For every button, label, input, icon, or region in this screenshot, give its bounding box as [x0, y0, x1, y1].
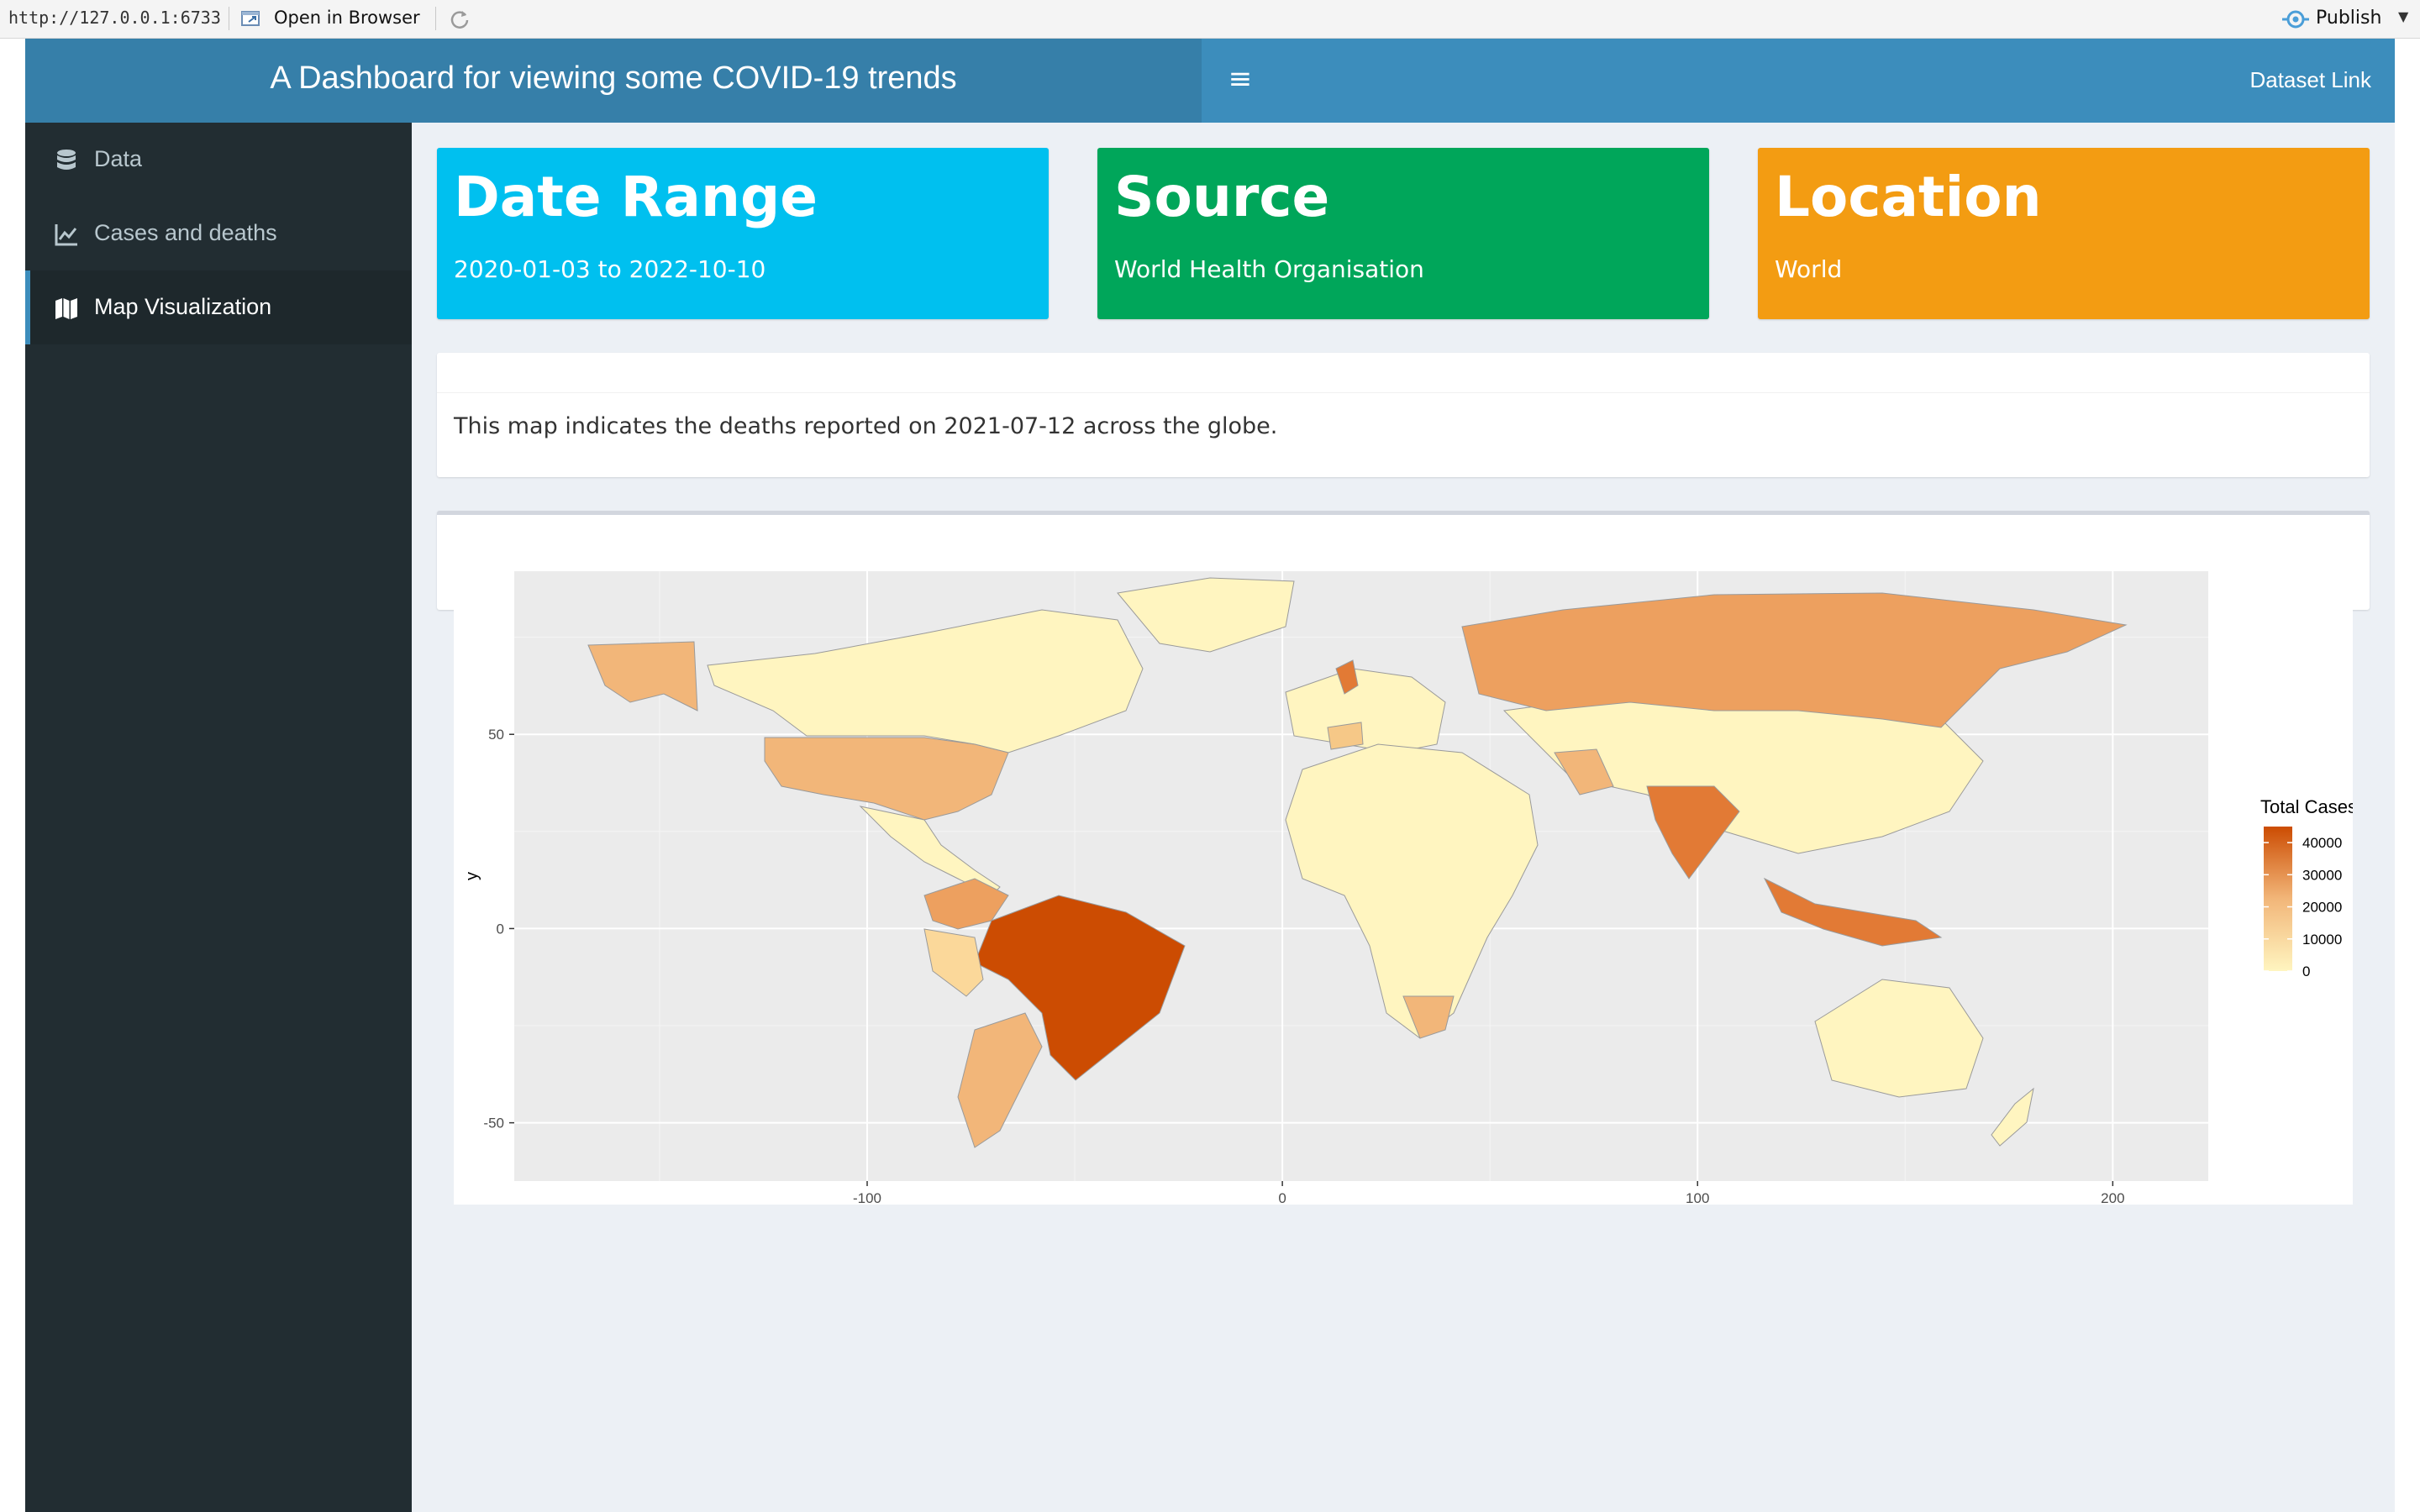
map-icon: [55, 298, 77, 319]
viewer-toolbar: http://127.0.0.1:6733 Open in Browser Pu…: [0, 0, 2420, 39]
sidebar-item-label: Data: [94, 146, 143, 171]
viewer-url[interactable]: http://127.0.0.1:6733: [8, 8, 221, 28]
map-svg: -1000100200-50050xy Total Cases 01000020…: [463, 571, 2357, 1231]
x-tick-label: 200: [2101, 1190, 2124, 1205]
sidebar: Data Cases and deaths Map Visualization: [25, 123, 412, 1512]
legend-tick-label: 40000: [2302, 835, 2342, 851]
top-navbar: ≡ Dataset Link: [1202, 39, 2395, 123]
y-tick-label: -50: [483, 1116, 504, 1131]
sidebar-item-label: Map Visualization: [94, 294, 272, 319]
legend: Total Cases 0 10000 20000 30000 40000: [2260, 796, 2357, 979]
chevron-down-icon[interactable]: ▼: [2398, 8, 2408, 24]
value-box-title: Date Range: [454, 165, 818, 229]
world-map-plot: -1000100200-50050xy Total Cases 01000020…: [454, 543, 2357, 1231]
page-title: A Dashboard for viewing some COVID-19 tr…: [270, 60, 957, 96]
value-box-title: Location: [1775, 165, 2042, 229]
line-chart-icon: [55, 224, 77, 246]
publish-button[interactable]: Publish: [2316, 8, 2381, 29]
sidebar-item-cases-and-deaths[interactable]: Cases and deaths: [25, 197, 412, 270]
value-box-source: Source World Health Organisation: [1097, 148, 1709, 319]
x-tick-label: -100: [853, 1190, 881, 1205]
y-tick-label: 50: [488, 727, 504, 743]
value-box-subtitle: 2020-01-03 to 2022-10-10: [454, 255, 766, 283]
open-in-browser-icon[interactable]: [240, 9, 262, 28]
value-box-subtitle: World Health Organisation: [1114, 255, 1424, 283]
value-box-subtitle: World: [1775, 255, 1843, 283]
value-box-title: Source: [1114, 165, 1330, 229]
x-tick-label: 0: [1278, 1190, 1286, 1205]
toolbar-divider: [435, 7, 436, 30]
legend-tick-label: 30000: [2302, 867, 2342, 883]
info-text: This map indicates the deaths reported o…: [454, 413, 1278, 439]
dataset-link[interactable]: Dataset Link: [2249, 67, 2371, 93]
x-tick-label: 100: [1686, 1190, 1709, 1205]
brand-header: A Dashboard for viewing some COVID-19 tr…: [25, 39, 1202, 123]
value-box-location: Location World: [1758, 148, 2370, 319]
value-box-date-range: Date Range 2020-01-03 to 2022-10-10: [437, 148, 1049, 319]
legend-title: Total Cases: [2260, 796, 2353, 817]
database-icon: [57, 150, 76, 170]
legend-tick-label: 20000: [2302, 900, 2342, 916]
legend-tick-label: 0: [2302, 963, 2310, 979]
y-axis-label: y: [463, 872, 481, 880]
info-box-header: [437, 353, 2370, 393]
legend-tick-label: 10000: [2302, 932, 2342, 948]
sidebar-item-map-visualization[interactable]: Map Visualization: [25, 270, 412, 344]
sidebar-item-data[interactable]: Data: [25, 123, 412, 197]
info-box: This map indicates the deaths reported o…: [437, 353, 2370, 477]
country-shape-spain: [1327, 722, 1364, 750]
y-tick-label: 0: [497, 921, 504, 937]
sidebar-toggle-button[interactable]: ≡: [1217, 55, 1264, 102]
legend-color-bar: [2264, 827, 2292, 971]
publish-icon[interactable]: [2281, 7, 2311, 32]
open-in-browser-button[interactable]: Open in Browser: [274, 8, 420, 28]
refresh-icon[interactable]: [447, 7, 472, 32]
dashboard: A Dashboard for viewing some COVID-19 tr…: [25, 39, 2395, 1512]
sidebar-item-label: Cases and deaths: [94, 220, 277, 245]
